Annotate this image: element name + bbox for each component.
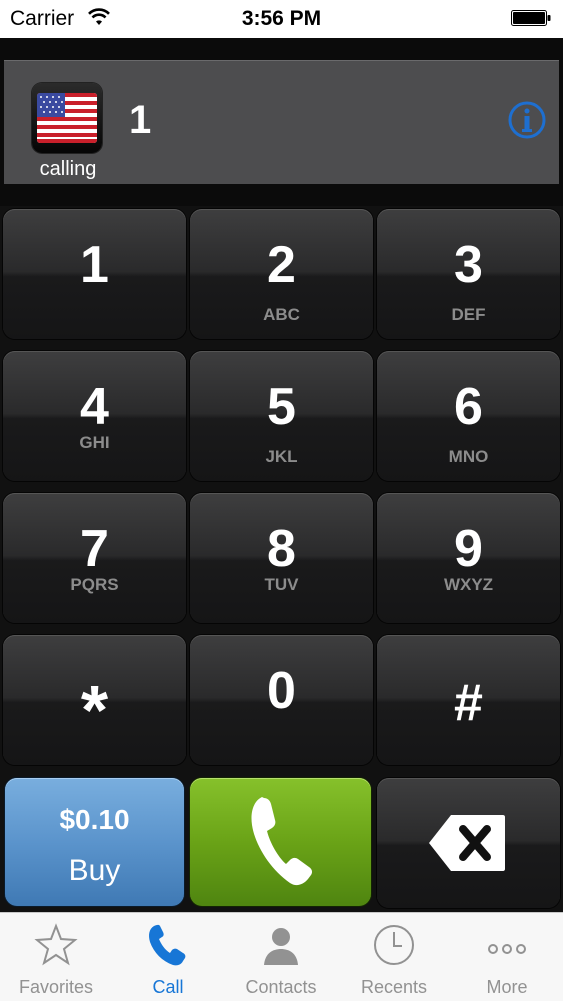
star-icon [34,923,78,966]
tab-recents[interactable]: Recents [338,913,450,1001]
dialed-number: 1 [129,98,152,142]
key-digit: 5 [267,378,296,436]
number-display-panel: calling 1 [4,60,559,184]
key-letters: ABC [263,305,300,324]
country-selector[interactable] [32,83,102,153]
key-digit: 7 [80,520,109,578]
key-symbol: # [454,674,483,732]
tab-label: Call [152,977,184,997]
status-bar: Carrier 3:56 PM [0,0,563,38]
tab-label: Favorites [18,977,94,997]
key-4[interactable]: 4 GHI [3,351,186,481]
key-digit: 9 [454,520,483,578]
key-letters: PQRS [70,575,119,594]
key-6[interactable]: 6 MNO [377,351,560,481]
key-digit: 8 [267,520,296,578]
tab-more[interactable]: More [451,913,563,1001]
info-icon[interactable] [507,100,547,140]
tab-favorites[interactable]: Favorites [0,913,112,1001]
buy-price: $0.10 [59,804,130,835]
key-digit: 6 [454,378,483,436]
tab-bar: Favorites Call Contacts Recents More [0,912,563,1001]
key-letters: JKL [265,447,298,466]
key-star[interactable]: * [3,635,186,765]
calling-label: calling [39,158,97,180]
key-letters: GHI [79,433,110,452]
key-2[interactable]: 2 ABC [190,209,373,339]
clock-time: 3:56 PM [241,7,322,30]
key-symbol: * [80,671,109,749]
key-digit: 3 [454,236,483,294]
battery-icon [511,10,551,26]
backspace-button[interactable] [377,778,560,908]
buy-credit-button[interactable]: $0.10 Buy [5,778,184,906]
us-flag-icon [37,93,97,143]
key-9[interactable]: 9 WXYZ [377,493,560,623]
more-icon [488,944,526,954]
keypad: 1 2 ABC 3 DEF 4 GHI 5 JKL 6 MNO 7 PQRS 8… [0,206,563,912]
phone-icon [149,924,186,966]
tab-call[interactable]: Call [112,913,224,1001]
key-3[interactable]: 3 DEF [377,209,560,339]
tab-label: Recents [360,977,428,997]
key-5[interactable]: 5 JKL [190,351,373,481]
key-letters: MNO [448,447,489,466]
key-8[interactable]: 8 TUV [190,493,373,623]
key-7[interactable]: 7 PQRS [3,493,186,623]
phone-icon [251,797,313,886]
key-letters: WXYZ [443,575,494,594]
key-hash[interactable]: # [377,635,560,765]
person-icon [264,928,298,965]
key-digit: 0 [267,662,296,720]
clock-icon [374,925,414,965]
key-digit: 2 [267,236,296,294]
buy-label: Buy [68,854,121,887]
key-letters: DEF [451,305,486,324]
tab-contacts[interactable]: Contacts [225,913,337,1001]
backspace-icon [429,815,505,871]
key-digit: 1 [80,236,109,294]
key-1[interactable]: 1 [3,209,186,339]
call-button[interactable] [190,778,371,906]
tab-label: Contacts [245,977,317,997]
dial-area: calling 1 [0,38,563,206]
key-digit: 4 [80,378,109,436]
key-letters: TUV [264,575,299,594]
tab-label: More [486,977,528,997]
key-0[interactable]: 0 [190,635,373,765]
